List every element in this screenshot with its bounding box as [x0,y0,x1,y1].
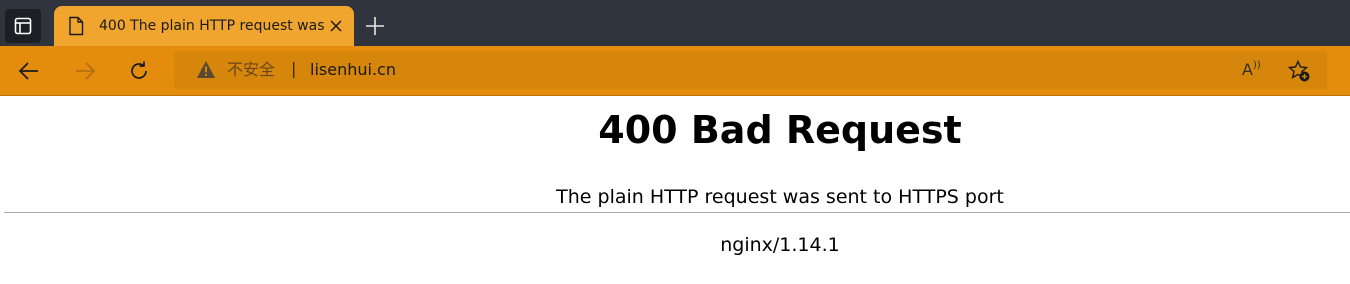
url-text[interactable]: lisenhui.cn [310,60,396,80]
new-tab-icon[interactable] [364,15,386,37]
back-button[interactable] [16,58,42,84]
tab-title: 400 The plain HTTP request was sent to H… [99,18,324,34]
page-content: 400 Bad Request The plain HTTP request w… [0,96,1350,284]
refresh-button[interactable] [126,58,152,84]
tab-actions-icon [14,17,32,35]
tab-actions-button[interactable] [5,9,41,43]
error-message: The plain HTTP request was sent to HTTPS… [556,186,1004,208]
refresh-icon [131,61,147,79]
forward-button[interactable] [72,58,98,84]
server-signature: nginx/1.14.1 [720,234,840,256]
back-arrow-icon [18,62,38,80]
address-bar[interactable]: 不安全 | lisenhui.cn A)) [174,51,1327,89]
warning-icon[interactable] [196,60,216,79]
read-aloud-letter: A [1242,60,1253,79]
error-heading: 400 Bad Request [598,108,962,152]
security-label[interactable]: 不安全 [227,60,275,80]
active-tab[interactable]: 400 The plain HTTP request was sent to H… [54,6,354,46]
address-separator: | [291,59,297,78]
page-icon [69,16,84,36]
divider [4,212,1350,213]
close-tab-icon[interactable] [328,18,344,34]
tab-strip: 400 The plain HTTP request was sent to H… [0,0,1350,46]
forward-arrow-icon [76,62,96,80]
toolbar: 不安全 | lisenhui.cn A)) [0,46,1350,96]
add-favorite-icon[interactable] [1287,59,1311,83]
read-aloud-icon[interactable]: A)) [1242,60,1266,82]
